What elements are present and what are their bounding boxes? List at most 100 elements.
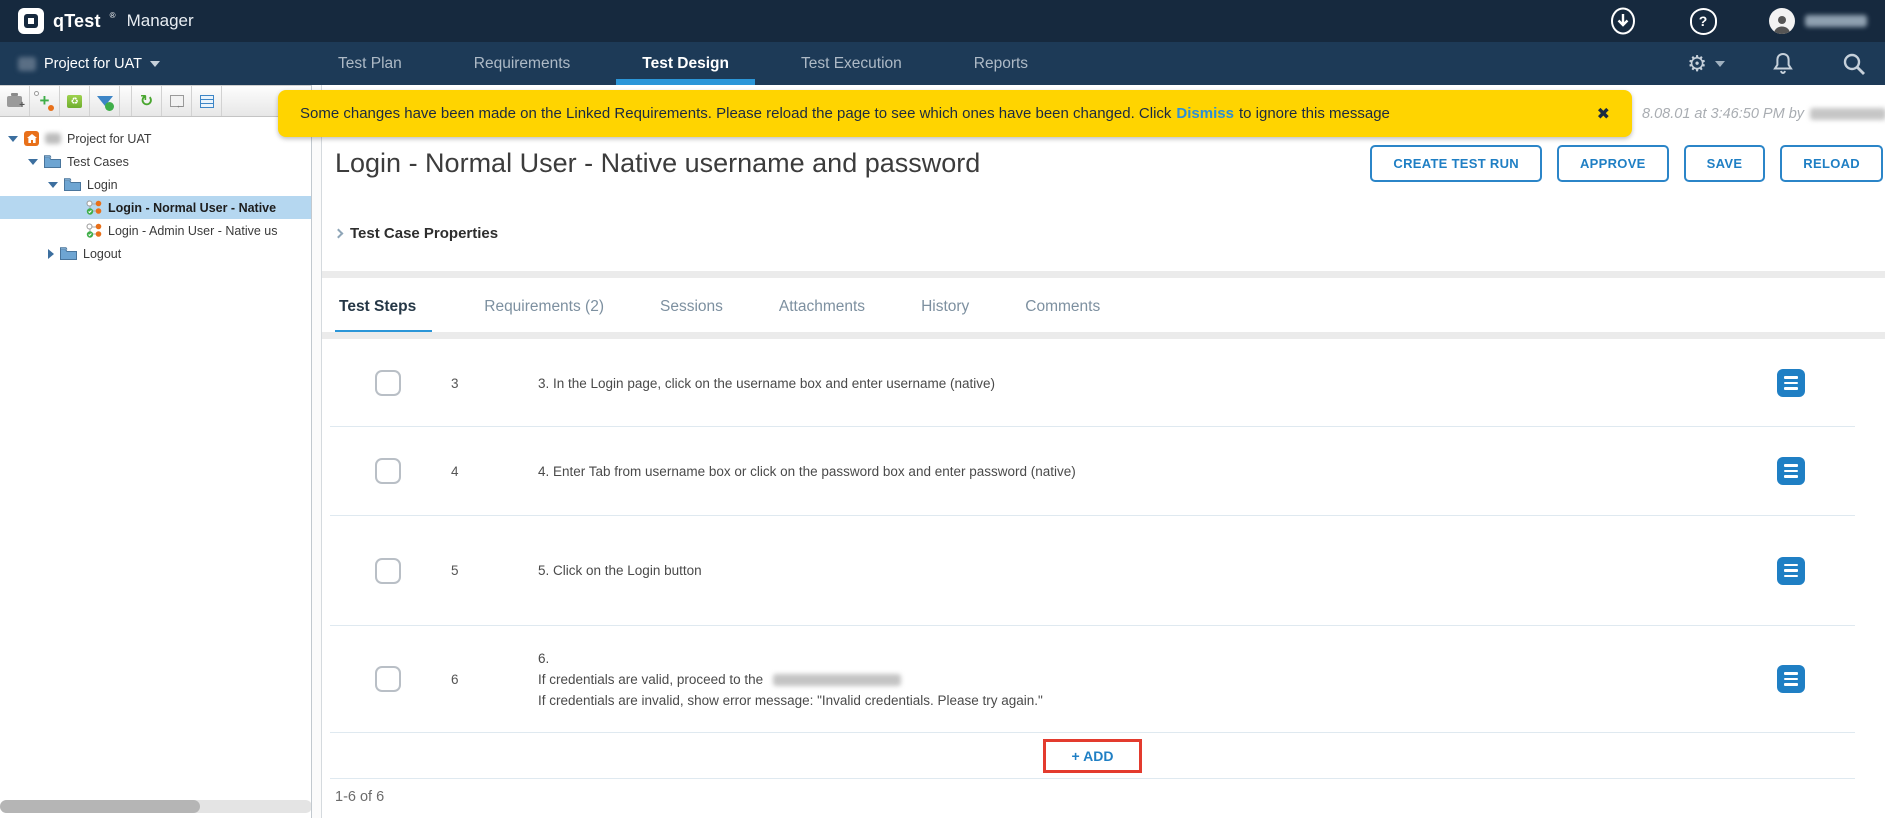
chevron-right-icon xyxy=(334,229,344,239)
nav-tab-reports[interactable]: Reports xyxy=(966,42,1036,85)
nav-tabs: Test Plan Requirements Test Design Test … xyxy=(330,42,1036,85)
tab-sessions[interactable]: Sessions xyxy=(656,290,727,335)
step-menu-button[interactable] xyxy=(1777,665,1805,693)
refresh-icon[interactable]: ↻ xyxy=(132,86,162,116)
folder-icon xyxy=(64,178,81,191)
pagination-label: 1-6 of 6 xyxy=(335,789,1885,805)
help-icon[interactable]: ? xyxy=(1689,7,1717,35)
tree-item-logout-folder[interactable]: Logout xyxy=(0,242,322,265)
step-checkbox[interactable] xyxy=(375,558,401,584)
user-menu[interactable] xyxy=(1769,8,1867,34)
test-steps-table: 3 3. In the Login page, click on the use… xyxy=(322,340,1885,805)
tab-test-steps[interactable]: Test Steps xyxy=(335,290,432,335)
tree-item-login-normal-user[interactable]: Login - Normal User - Native xyxy=(0,196,322,219)
nav-tab-test-plan[interactable]: Test Plan xyxy=(330,42,410,85)
notifications-bell-icon[interactable] xyxy=(1771,51,1795,77)
nav-tab-test-design[interactable]: Test Design xyxy=(634,42,737,85)
folder-icon xyxy=(44,155,61,168)
step-description[interactable]: 6. If credentials are valid, proceed to … xyxy=(513,648,1777,711)
tree-toolbar: + ♻ ↻ xyxy=(0,85,322,117)
tree-item-test-cases[interactable]: Test Cases xyxy=(0,150,322,173)
recycle-bin-icon[interactable]: ♻ xyxy=(60,86,90,116)
project-avatar-blurred xyxy=(18,57,36,71)
action-buttons: CREATE TEST RUN APPROVE SAVE RELOAD xyxy=(1370,145,1883,182)
tab-comments[interactable]: Comments xyxy=(1021,290,1104,335)
object-tree-sidebar: + ♻ ↻ Project for UAT Test Cases xyxy=(0,85,322,818)
search-icon[interactable] xyxy=(1841,51,1867,77)
step-checkbox[interactable] xyxy=(375,370,401,396)
data-grid-icon[interactable] xyxy=(192,86,222,116)
chevron-down-icon xyxy=(1715,61,1725,67)
tree-item-label: Logout xyxy=(83,247,121,261)
settings-menu[interactable]: ⚙ xyxy=(1687,53,1725,75)
tree-item-label: Project for UAT xyxy=(67,132,152,146)
chevron-down-icon xyxy=(150,61,160,67)
save-button[interactable]: SAVE xyxy=(1684,145,1766,182)
tree-item-label: Login - Admin User - Native us xyxy=(108,224,278,238)
step-description[interactable]: 3. In the Login page, click on the usern… xyxy=(513,373,1777,394)
test-case-properties-toggle[interactable]: Test Case Properties xyxy=(335,225,498,242)
project-prefix-blurred xyxy=(45,133,61,144)
testcase-icon xyxy=(86,223,102,238)
gear-icon: ⚙ xyxy=(1687,53,1707,75)
test-step-row: 4 4. Enter Tab from username box or clic… xyxy=(330,427,1855,516)
horizontal-scrollbar xyxy=(0,800,312,813)
expand-arrow-icon[interactable] xyxy=(48,182,58,188)
tree-item-project[interactable]: Project for UAT xyxy=(0,127,322,150)
nav-tab-test-execution[interactable]: Test Execution xyxy=(793,42,910,85)
add-step-button[interactable]: + ADD xyxy=(1043,739,1143,773)
qtest-manager-app: qTest® Manager ? Project for UA xyxy=(0,0,1885,818)
step-number: 4 xyxy=(401,464,513,479)
tree-item-login-folder[interactable]: Login xyxy=(0,173,322,196)
expand-arrow-icon[interactable] xyxy=(8,136,18,142)
test-case-detail-panel: Login - Normal User - Native username an… xyxy=(322,85,1885,818)
test-step-row: 6 6. If credentials are valid, proceed t… xyxy=(330,626,1855,733)
expand-arrow-icon[interactable] xyxy=(28,159,38,165)
nav-tab-requirements[interactable]: Requirements xyxy=(466,42,579,85)
test-step-row: 3 3. In the Login page, click on the use… xyxy=(330,340,1855,427)
step-checkbox[interactable] xyxy=(375,458,401,484)
step-line-1: 6. xyxy=(538,648,1777,669)
topbar: qTest® Manager ? xyxy=(0,0,1885,42)
collapse-arrow-icon[interactable] xyxy=(48,249,54,259)
add-folder-icon[interactable] xyxy=(0,86,30,116)
testcase-icon xyxy=(86,200,102,215)
tree-item-label: Login - Normal User - Native xyxy=(108,201,276,215)
dismiss-link[interactable]: Dismiss xyxy=(1176,105,1234,122)
section-divider xyxy=(322,271,1885,278)
redacted-text-blurred xyxy=(773,674,901,686)
step-checkbox[interactable] xyxy=(375,666,401,692)
step-description[interactable]: 5. Click on the Login button xyxy=(513,560,1777,581)
section-divider xyxy=(322,332,1885,339)
tab-history[interactable]: History xyxy=(917,290,973,335)
download-icon[interactable] xyxy=(1609,7,1637,35)
step-menu-button[interactable] xyxy=(1777,369,1805,397)
close-icon[interactable]: ✖ xyxy=(1597,104,1610,124)
filter-icon[interactable] xyxy=(90,86,120,116)
step-number: 6 xyxy=(401,672,513,687)
tab-attachments[interactable]: Attachments xyxy=(775,290,869,335)
create-test-run-button[interactable]: CREATE TEST RUN xyxy=(1370,145,1542,182)
qtest-brand: qTest® Manager xyxy=(18,8,194,34)
step-description[interactable]: 4. Enter Tab from username box or click … xyxy=(513,461,1777,482)
tree-item-login-admin-user[interactable]: Login - Admin User - Native us xyxy=(0,219,322,242)
home-icon xyxy=(24,131,39,146)
reload-button[interactable]: RELOAD xyxy=(1780,145,1883,182)
add-step-row: + ADD xyxy=(330,733,1855,779)
step-menu-button[interactable] xyxy=(1777,557,1805,585)
tree-item-label: Login xyxy=(87,178,118,192)
approve-button[interactable]: APPROVE xyxy=(1557,145,1669,182)
test-case-title: Login - Normal User - Native username an… xyxy=(335,148,980,179)
product-name: Manager xyxy=(127,11,194,31)
qtest-logo-icon xyxy=(18,8,44,34)
horizontal-scrollbar-thumb[interactable] xyxy=(0,800,200,813)
step-number: 3 xyxy=(401,376,513,391)
tab-requirements[interactable]: Requirements (2) xyxy=(480,290,608,335)
import-export-icon[interactable] xyxy=(162,86,192,116)
project-selector[interactable]: Project for UAT xyxy=(18,56,160,72)
app-grid-icon[interactable] xyxy=(1529,7,1557,35)
avatar-icon xyxy=(1769,8,1795,34)
approval-timestamp: 8.08.01 at 3:46:50 PM by xyxy=(1642,106,1885,122)
add-testcase-icon[interactable]: + xyxy=(30,86,60,116)
step-menu-button[interactable] xyxy=(1777,457,1805,485)
